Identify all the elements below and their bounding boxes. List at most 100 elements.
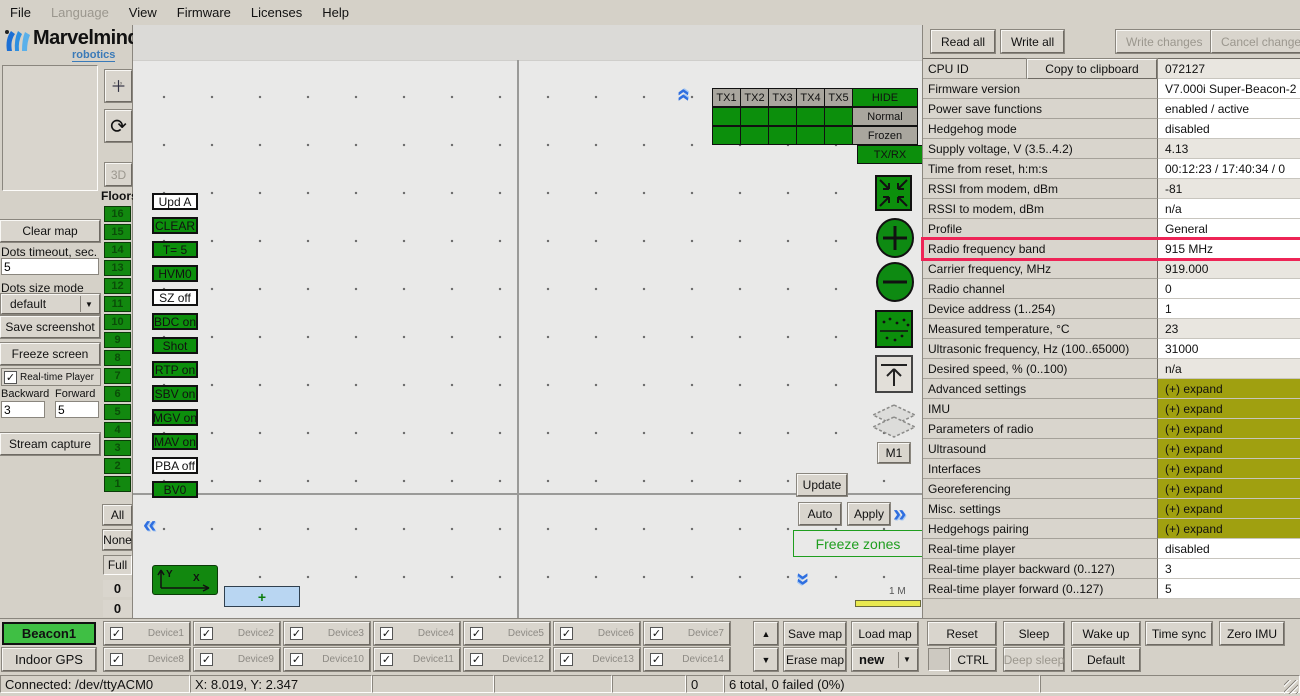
- map-select[interactable]: new ▼: [852, 648, 918, 671]
- checkbox-icon[interactable]: ✓: [290, 627, 303, 640]
- device7-toggle[interactable]: ✓Device7: [644, 622, 730, 645]
- bdc-on-button[interactable]: BDC on: [152, 313, 198, 330]
- ctrl-button[interactable]: CTRL: [950, 648, 996, 671]
- realtime-player-toggle[interactable]: ✓ Real-time Player: [1, 368, 101, 386]
- scroll-up-button[interactable]: ▲: [754, 622, 778, 645]
- txrx-button[interactable]: TX/RX: [857, 145, 922, 164]
- scroll-down-button[interactable]: ▼: [754, 648, 778, 671]
- tx-cell[interactable]: [768, 107, 797, 126]
- sbv-on-button[interactable]: SBV on: [152, 385, 198, 402]
- tx-cell[interactable]: [824, 107, 853, 126]
- deep-sleep-button[interactable]: Deep sleep: [1004, 648, 1064, 671]
- expand-cell[interactable]: (+) expand: [1158, 459, 1300, 479]
- floor-1-button[interactable]: 1: [104, 476, 131, 492]
- add-submap-button[interactable]: +: [224, 586, 300, 607]
- row-value[interactable]: disabled: [1158, 119, 1300, 139]
- resize-grip[interactable]: [1284, 680, 1298, 694]
- floors-none-button[interactable]: None: [103, 530, 132, 550]
- floor-14-button[interactable]: 14: [104, 242, 131, 258]
- checkbox-icon[interactable]: ✓: [470, 653, 483, 666]
- t5-button[interactable]: T= 5: [152, 241, 198, 258]
- floor-8-button[interactable]: 8: [104, 350, 131, 366]
- write-changes-button[interactable]: Write changes: [1116, 30, 1212, 53]
- hvm0-button[interactable]: HVM0: [152, 265, 198, 282]
- checkbox-icon[interactable]: ✓: [380, 627, 393, 640]
- floor-5-button[interactable]: 5: [104, 404, 131, 420]
- tx-cell[interactable]: [796, 126, 825, 145]
- expand-cell[interactable]: (+) expand: [1158, 519, 1300, 539]
- erase-map-button[interactable]: Erase map: [784, 648, 846, 671]
- freeze-zones-label[interactable]: Freeze zones: [793, 530, 922, 557]
- read-all-button[interactable]: Read all: [931, 30, 995, 53]
- zoom-in-button[interactable]: [875, 217, 912, 259]
- floor-16-button[interactable]: 16: [104, 206, 131, 222]
- tx2-header[interactable]: TX2: [740, 88, 769, 107]
- floor-7-button[interactable]: 7: [104, 368, 131, 384]
- zero-imu-button[interactable]: Zero IMU: [1220, 622, 1284, 645]
- expand-cell[interactable]: (+) expand: [1158, 479, 1300, 499]
- default-button[interactable]: Default: [1072, 648, 1140, 671]
- row-value[interactable]: 31000: [1158, 339, 1300, 359]
- menu-view[interactable]: View: [119, 2, 167, 23]
- checkbox-icon[interactable]: ✓: [650, 627, 663, 640]
- expand-cell[interactable]: (+) expand: [1158, 399, 1300, 419]
- device10-toggle[interactable]: ✓Device10: [284, 648, 370, 671]
- tx-cell[interactable]: [824, 126, 853, 145]
- tx1-header[interactable]: TX1: [712, 88, 741, 107]
- pba-off-button[interactable]: PBA off: [152, 457, 198, 474]
- device13-toggle[interactable]: ✓Device13: [554, 648, 640, 671]
- device11-toggle[interactable]: ✓Device11: [374, 648, 460, 671]
- chevron-down-icon[interactable]: »: [792, 572, 816, 585]
- sz-off-button[interactable]: SZ off: [152, 289, 198, 306]
- checkbox-icon[interactable]: ✓: [110, 627, 123, 640]
- device2-toggle[interactable]: ✓Device2: [194, 622, 280, 645]
- tx4-header[interactable]: TX4: [796, 88, 825, 107]
- tab-beacon1[interactable]: Beacon1: [2, 622, 96, 645]
- device3-toggle[interactable]: ✓Device3: [284, 622, 370, 645]
- checkbox-icon[interactable]: ✓: [470, 627, 483, 640]
- reset-button[interactable]: Reset: [928, 622, 996, 645]
- floor-3-button[interactable]: 3: [104, 440, 131, 456]
- menu-help[interactable]: Help: [312, 2, 359, 23]
- menu-licenses[interactable]: Licenses: [241, 2, 312, 23]
- device1-toggle[interactable]: ✓Device1: [104, 622, 190, 645]
- zoom-out-button[interactable]: [875, 261, 912, 303]
- checkbox-icon[interactable]: ✓: [110, 653, 123, 666]
- checkbox-icon[interactable]: ✓: [200, 627, 213, 640]
- checkbox-icon[interactable]: ✓: [290, 653, 303, 666]
- floor-6-button[interactable]: 6: [104, 386, 131, 402]
- frozen-button[interactable]: Frozen: [852, 126, 918, 145]
- expand-cell[interactable]: (+) expand: [1158, 379, 1300, 399]
- device14-toggle[interactable]: ✓Device14: [644, 648, 730, 671]
- save-screenshot-button[interactable]: Save screenshot: [0, 316, 100, 338]
- row-value[interactable]: 915 MHz: [1158, 239, 1300, 259]
- chevron-right-icon[interactable]: »: [893, 502, 906, 526]
- device8-toggle[interactable]: ✓Device8: [104, 648, 190, 671]
- tx-cell[interactable]: [712, 126, 741, 145]
- upd-a-button[interactable]: Upd A: [152, 193, 198, 210]
- m1-button[interactable]: M1: [878, 443, 910, 463]
- floor-9-button[interactable]: 9: [104, 332, 131, 348]
- time-sync-button[interactable]: Time sync: [1146, 622, 1212, 645]
- copy-to-clipboard-button[interactable]: Copy to clipboard: [1027, 59, 1157, 79]
- device6-toggle[interactable]: ✓Device6: [554, 622, 640, 645]
- realtime-player-checkbox[interactable]: ✓: [4, 371, 17, 384]
- floor-11-button[interactable]: 11: [104, 296, 131, 312]
- fit-to-screen-button[interactable]: [875, 175, 912, 211]
- mgv-on-button[interactable]: MGV on: [152, 409, 198, 426]
- floor-10-button[interactable]: 10: [104, 314, 131, 330]
- rtp-on-button[interactable]: RTP on: [152, 361, 198, 378]
- normal-button[interactable]: Normal: [852, 107, 918, 126]
- device4-toggle[interactable]: ✓Device4: [374, 622, 460, 645]
- update-button[interactable]: Update: [797, 474, 847, 496]
- tx-cell[interactable]: [740, 126, 769, 145]
- row-value[interactable]: disabled: [1158, 539, 1300, 559]
- expand-cell[interactable]: (+) expand: [1158, 499, 1300, 519]
- dots-size-select[interactable]: default ▼: [1, 294, 100, 314]
- tx-cell[interactable]: [712, 107, 741, 126]
- clear-button[interactable]: CLEAR: [152, 217, 198, 234]
- row-value[interactable]: 0: [1158, 279, 1300, 299]
- tx3-header[interactable]: TX3: [768, 88, 797, 107]
- sleep-button[interactable]: Sleep: [1004, 622, 1064, 645]
- row-value[interactable]: enabled / active: [1158, 99, 1300, 119]
